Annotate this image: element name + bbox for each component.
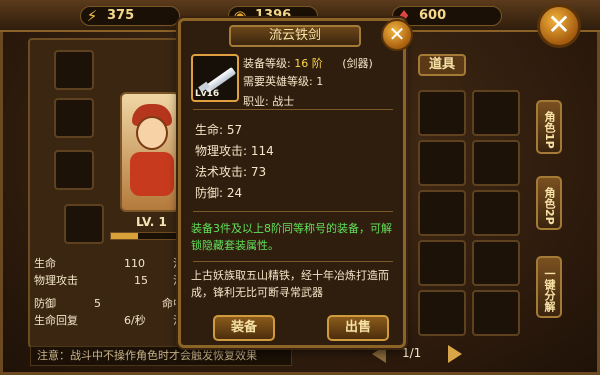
bag-slot[interactable] — [472, 290, 520, 336]
pager: 1/1 — [372, 345, 462, 365]
stat-label: 防御 — [34, 297, 56, 310]
stat-label: 生命回复 — [34, 314, 78, 327]
hero-body — [130, 152, 174, 196]
next-page-icon[interactable] — [448, 345, 462, 363]
equip-slot[interactable] — [54, 98, 94, 138]
lightning-icon: ⚡ — [86, 7, 98, 25]
equip-level-value: 16 阶 — [294, 57, 323, 70]
stat-label: 生命 — [34, 257, 56, 270]
stat-value: 15 — [134, 274, 148, 287]
divider — [193, 109, 393, 110]
equip-level-label: 装备等级: — [243, 57, 291, 70]
gem-value: 600 — [419, 8, 447, 23]
item-name: 流云铁剑 — [229, 25, 361, 47]
equip-slot[interactable] — [54, 50, 94, 90]
one-click-decompose-button[interactable]: 一键分解 — [536, 256, 562, 318]
stat-label: 物理攻击 — [34, 274, 78, 287]
tab-hero-2p[interactable]: 角色2P — [536, 176, 562, 230]
equip-type: (剑器) — [342, 57, 373, 70]
item-level-tag: Lv16 — [195, 89, 220, 99]
stat-value: 5 — [94, 297, 101, 310]
equip-slot[interactable] — [54, 150, 94, 190]
bag-slot[interactable] — [418, 140, 466, 186]
exp-bar — [110, 232, 180, 240]
stat-row: 物理攻击 15 法 — [34, 272, 184, 289]
close-window-icon[interactable]: ✕ — [537, 4, 581, 48]
hero-portrait — [120, 92, 180, 212]
sword-icon: Lv16 — [191, 54, 239, 102]
close-icon[interactable]: ✕ — [381, 19, 413, 51]
hero-stats: 生命 110 法 物理攻击 15 法 防御 5 命中 生命回复 6/秒 法 — [34, 255, 184, 329]
bag-slot[interactable] — [472, 90, 520, 136]
page-indicator: 1/1 — [402, 346, 422, 360]
bag-slot[interactable] — [472, 240, 520, 286]
attr-magic-attack: 法术攻击: 73 — [195, 165, 267, 179]
stat-row: 防御 5 命中 — [34, 295, 184, 312]
item-detail-popup: 流云铁剑 ✕ Lv16 装备等级: 16 阶 (剑器) 需要英雄等级: 1 职业… — [178, 18, 413, 348]
divider — [193, 261, 393, 262]
stat-value: 6/秒 — [124, 314, 146, 327]
sell-button[interactable]: 出售 — [327, 315, 389, 341]
bag-slot[interactable] — [418, 190, 466, 236]
item-description: 上古妖族取五山精铁，经十年冶炼打造而成，锋利无比可断寻常武器 — [191, 269, 389, 299]
hero-face — [136, 116, 168, 150]
stat-row: 生命回复 6/秒 法 — [34, 312, 184, 329]
set-bonus-hint: 装备3件及以上8阶同等称号的装备，可解锁隐藏套装属性。 — [191, 222, 392, 252]
equip-slot[interactable] — [64, 204, 104, 244]
hero-level: LV. 1 — [136, 215, 167, 229]
stat-value: 110 — [124, 257, 145, 270]
bag-slot[interactable] — [472, 190, 520, 236]
bag-slot[interactable] — [472, 140, 520, 186]
bag-slot[interactable] — [418, 290, 466, 336]
bag-slot[interactable] — [418, 90, 466, 136]
attr-physical-attack: 物理攻击: 114 — [195, 144, 274, 158]
stamina-value: 375 — [107, 8, 135, 23]
bag-title: 道具 — [418, 54, 466, 76]
divider — [193, 211, 393, 212]
required-hero-level: 需要英雄等级: 1 — [243, 75, 324, 88]
stamina-counter: ⚡ 375 — [80, 6, 180, 26]
attr-hp: 生命: 57 — [195, 123, 243, 137]
bag-slot[interactable] — [418, 240, 466, 286]
job-requirement: 职业: 战士 — [243, 95, 295, 108]
tab-hero-1p[interactable]: 角色1P — [536, 100, 562, 154]
equip-level: 装备等级: 16 阶 (剑器) — [243, 55, 373, 71]
stat-row: 生命 110 法 — [34, 255, 184, 272]
attr-defense: 防御: 24 — [195, 186, 243, 200]
equip-button[interactable]: 装备 — [213, 315, 275, 341]
notice-bar: 注意：战斗中不操作角色时才会触发恢复效果 — [30, 346, 292, 366]
